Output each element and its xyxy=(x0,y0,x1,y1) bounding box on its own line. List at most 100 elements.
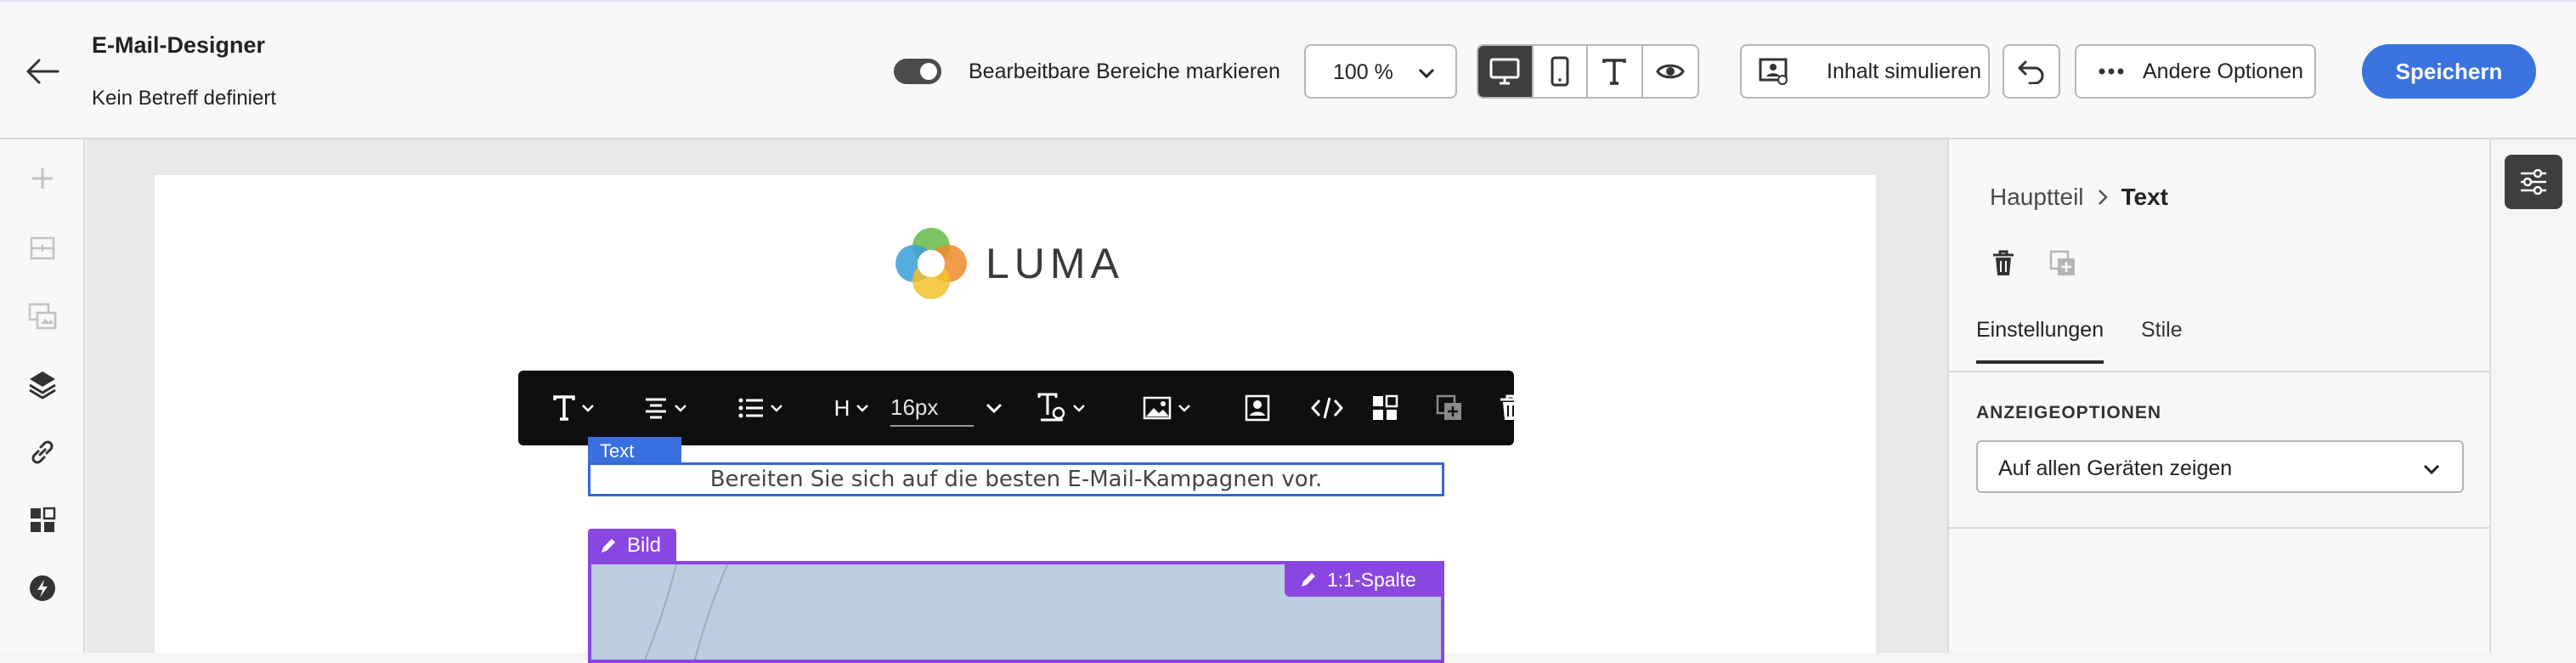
toggle-knob xyxy=(920,63,937,80)
add-button[interactable] xyxy=(22,158,63,199)
app-title: E-Mail-Designer xyxy=(92,32,266,58)
simulate-profile-icon xyxy=(1759,58,1788,85)
components-icon xyxy=(31,507,56,532)
alignment-dropdown[interactable] xyxy=(636,371,695,445)
logo-text: LUMA xyxy=(986,240,1124,287)
left-toolbar xyxy=(0,139,85,653)
components-button[interactable] xyxy=(1361,371,1409,445)
luma-logo: LUMA xyxy=(890,223,1124,304)
sliders-icon xyxy=(2521,169,2546,195)
components-icon xyxy=(1373,394,1398,420)
right-rail xyxy=(2493,139,2576,653)
align-center-icon xyxy=(646,398,666,419)
trash-icon xyxy=(1993,250,2014,275)
structure-icon xyxy=(30,236,55,260)
font-size-value: 16px xyxy=(890,394,939,420)
duplicate-component-button[interactable] xyxy=(2044,245,2082,282)
mobile-view-button[interactable] xyxy=(1534,46,1588,97)
display-options-heading: ANZEIGEOPTIONEN xyxy=(1976,403,2162,422)
undo-icon xyxy=(2018,60,2044,84)
text-color-icon xyxy=(1037,393,1065,422)
fragments-button[interactable] xyxy=(22,296,63,337)
column-tag-label: 1:1-Spalte xyxy=(1327,568,1416,591)
delete-button[interactable] xyxy=(1487,371,1534,445)
list-icon xyxy=(738,398,763,418)
breadcrumb-parent[interactable]: Hauptteil xyxy=(1990,184,2084,211)
image-component-tag[interactable]: Bild xyxy=(588,529,676,563)
duplicate-button[interactable] xyxy=(1426,371,1473,445)
chevron-down-icon xyxy=(675,405,686,412)
pencil-icon xyxy=(602,539,615,552)
properties-panel: Hauptteil Text Einstellungen Stile ANZEI… xyxy=(1947,139,2491,653)
fragments-icon xyxy=(28,303,57,330)
text-style-icon xyxy=(553,395,575,421)
text-content: Bereiten Sie sich auf die besten E-Mail-… xyxy=(709,467,1323,492)
structure-button[interactable] xyxy=(22,228,63,269)
zoom-select[interactable]: 100 % xyxy=(1304,44,1457,99)
font-size-input[interactable]: 16px xyxy=(890,389,974,427)
tab-settings[interactable]: Einstellungen xyxy=(1976,318,2104,364)
delete-component-button[interactable] xyxy=(1985,245,2022,282)
breadcrumb-current: Text xyxy=(2121,184,2169,210)
properties-toggle-button[interactable] xyxy=(2505,155,2562,209)
back-button[interactable] xyxy=(20,51,65,92)
link-icon xyxy=(31,440,54,464)
links-button[interactable] xyxy=(22,432,63,473)
list-dropdown[interactable] xyxy=(731,371,790,445)
heading-label: H xyxy=(833,394,850,421)
duplicate-icon xyxy=(2049,250,2075,275)
image-icon xyxy=(1143,396,1172,420)
chevron-down-icon xyxy=(1073,405,1085,412)
text-icon xyxy=(1602,59,1626,85)
chevron-down-icon xyxy=(1178,405,1190,412)
trash-icon xyxy=(1500,394,1521,420)
pencil-icon xyxy=(1302,573,1315,586)
more-icon xyxy=(2099,68,2124,75)
device-visibility-select[interactable]: Auf allen Geräten zeigen xyxy=(1976,440,2464,493)
text-view-button[interactable] xyxy=(1588,46,1643,97)
text-component-tag[interactable]: Text xyxy=(588,437,681,462)
tab-styles[interactable]: Stile xyxy=(2141,318,2192,364)
editable-areas-label: Bearbeitbare Bereiche markieren xyxy=(969,60,1280,83)
device-visibility-value: Auf allen Geräten zeigen xyxy=(1998,456,2233,480)
arrow-left-icon xyxy=(26,59,59,84)
zoom-value: 100 % xyxy=(1333,60,1393,84)
text-color-dropdown[interactable] xyxy=(1031,371,1091,445)
personalization-button[interactable] xyxy=(22,568,63,609)
column-structure-tag[interactable]: 1:1-Spalte xyxy=(1285,563,1444,597)
text-style-dropdown[interactable] xyxy=(544,371,603,445)
tabs-divider xyxy=(1949,371,2489,372)
personalize-button[interactable] xyxy=(1234,371,1281,445)
luma-logo-mark xyxy=(895,228,967,299)
chevron-down-icon xyxy=(986,403,1003,414)
personalization-icon xyxy=(1245,394,1270,422)
heading-dropdown[interactable]: H xyxy=(828,371,875,445)
duplicate-icon xyxy=(1436,394,1461,420)
rich-text-toolbar: H 16px xyxy=(518,371,1521,445)
breadcrumb: Hauptteil Text xyxy=(1990,184,2168,211)
panel-tabs: Einstellungen Stile xyxy=(1976,318,2466,364)
code-icon xyxy=(1311,397,1343,419)
chevron-down-icon xyxy=(582,405,594,412)
components-button[interactable] xyxy=(22,500,63,541)
save-button[interactable]: Speichern xyxy=(2362,44,2536,99)
simulate-content-button[interactable]: Inhalt simulieren xyxy=(1740,44,1990,99)
desktop-view-button[interactable] xyxy=(1478,46,1534,97)
email-subject: Kein Betreff definiert xyxy=(92,87,277,110)
section-divider xyxy=(1949,527,2489,529)
image-dropdown[interactable] xyxy=(1137,371,1196,445)
tab-styles-label: Stile xyxy=(2141,318,2183,342)
undo-button[interactable] xyxy=(2003,44,2060,99)
source-code-button[interactable] xyxy=(1302,371,1353,445)
text-component[interactable]: Bereiten Sie sich auf die besten E-Mail-… xyxy=(588,462,1444,496)
editable-areas-toggle[interactable] xyxy=(894,59,941,84)
chevron-down-icon xyxy=(2423,464,2440,475)
preview-button[interactable] xyxy=(1643,46,1698,97)
font-size-dropdown[interactable] xyxy=(977,371,1011,445)
text-tag-label: Text xyxy=(600,440,635,462)
bolt-icon xyxy=(30,575,55,601)
layers-button[interactable] xyxy=(22,364,63,405)
plus-icon xyxy=(32,168,53,189)
chevron-down-icon xyxy=(1418,68,1435,79)
more-options-button[interactable]: Andere Optionen xyxy=(2075,44,2316,99)
